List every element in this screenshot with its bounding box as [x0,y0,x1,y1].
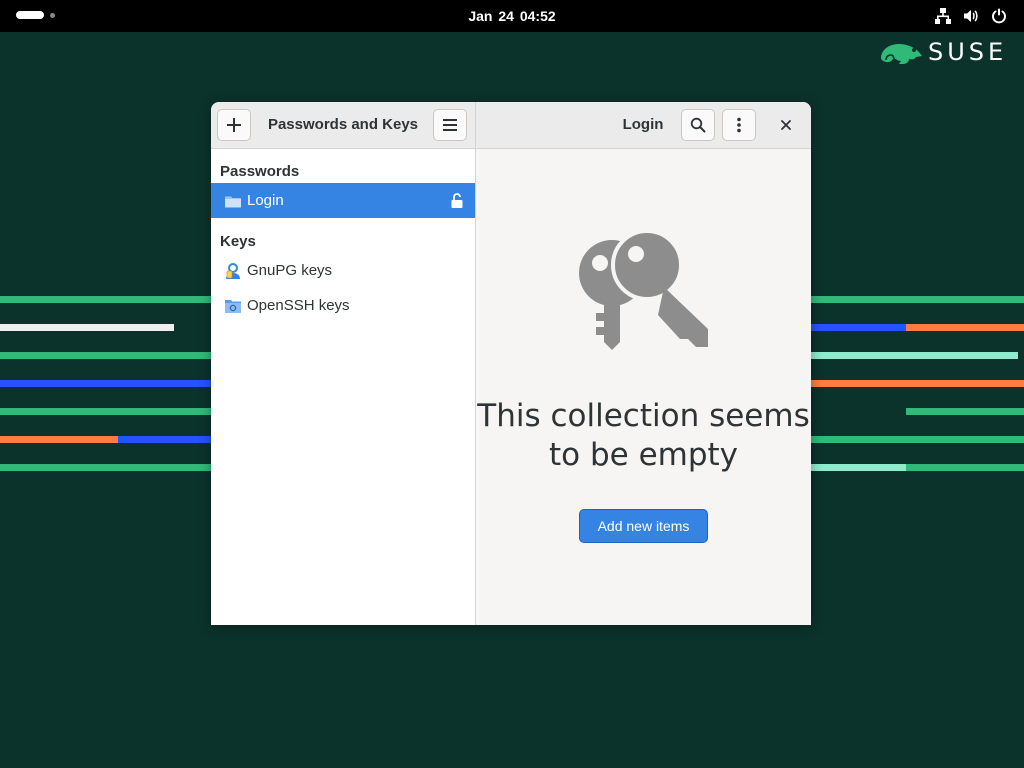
volume-icon [962,7,980,25]
suse-wordmark: SUSE [928,38,1008,66]
plus-icon [227,118,241,132]
keys-icon [576,229,711,353]
clock-date: Jan 24 [468,8,514,24]
sidebar-item-label: OpenSSH keys [247,297,350,314]
add-new-items-button[interactable]: Add new items [579,509,708,543]
sidebar: Passwords Login Keys GnuPG keys OpenSSH … [211,149,475,625]
stripe [0,380,211,387]
stripe [0,324,174,331]
stripe [811,352,1018,359]
empty-state-line: This collection seems [477,398,810,434]
ssh-folder-icon [224,297,242,315]
stripe [811,436,1024,443]
stripe [0,352,211,359]
sidebar-item-label: GnuPG keys [247,262,333,279]
top-bar: Jan 24 04:52 [0,0,1024,32]
stripe [811,464,906,471]
stripe [0,464,211,471]
content-title: Login [622,116,664,133]
hamburger-icon [443,119,457,131]
collection-menu-button[interactable] [722,109,756,141]
passwords-and-keys-window: Passwords and Keys Login Passwords Login… [211,102,811,625]
sidebar-item-gnupg-keys[interactable]: GnuPG keys [211,253,475,288]
stripe [811,380,1024,387]
stripe [0,408,211,415]
more-vertical-icon [737,117,741,133]
empty-state-message: This collection seems to be empty [476,397,811,475]
stripe [906,464,1024,471]
search-icon [690,117,706,133]
suse-logo: SUSE [878,38,1008,66]
stripe [118,436,211,443]
stripe [811,296,1024,303]
stripe [906,324,1024,331]
lock-open-icon[interactable] [450,192,464,209]
close-window-button[interactable] [774,114,798,136]
network-wired-icon [934,7,952,25]
new-item-button[interactable] [217,109,251,141]
folder-icon [224,192,242,210]
stripe [0,296,211,303]
stripe [811,324,906,331]
sidebar-item-openssh-keys[interactable]: OpenSSH keys [211,288,475,323]
content-pane: This collection seems to be empty Add ne… [476,149,811,625]
section-title-passwords: Passwords [220,163,300,180]
gnupg-icon [224,262,242,280]
sidebar-item-login[interactable]: Login [211,183,475,218]
chameleon-icon [881,44,922,64]
clock[interactable]: Jan 24 04:52 [0,0,1024,32]
sidebar-headerbar: Passwords and Keys [211,102,475,149]
stripe [0,436,118,443]
empty-state-line: to be empty [548,437,739,473]
power-icon [990,7,1008,25]
sidebar-title: Passwords and Keys [267,116,419,133]
main-menu-button[interactable] [433,109,467,141]
sidebar-item-label: Login [247,192,284,209]
search-button[interactable] [681,109,715,141]
section-title-keys: Keys [220,233,256,250]
clock-time: 04:52 [519,8,556,24]
system-menu[interactable] [934,7,1008,25]
close-icon [781,120,791,130]
stripe [906,408,1024,415]
